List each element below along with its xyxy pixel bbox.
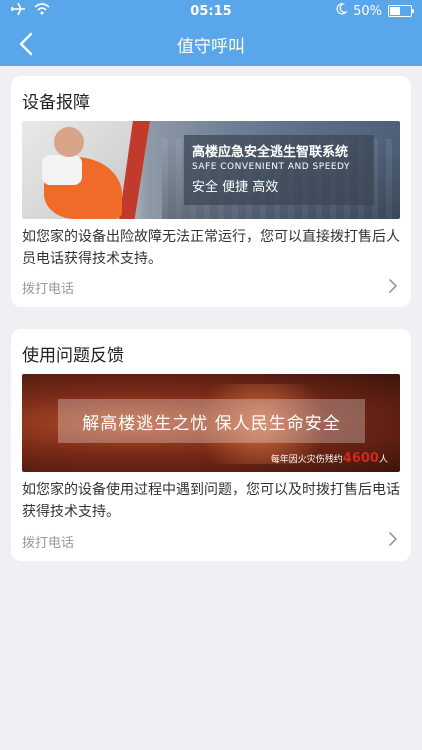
call-phone-button[interactable]: 拨打电话 bbox=[22, 532, 400, 551]
page-title: 值守呼叫 bbox=[177, 36, 245, 57]
card-usage-feedback: 使用问题反馈 解高楼逃生之忧 保人民生命安全 每年因火灾伤残约4600人 如您家… bbox=[11, 329, 411, 561]
banner-stat-number: 4600 bbox=[342, 451, 379, 467]
back-arrow-icon[interactable] bbox=[14, 30, 42, 58]
banner-caption-box: 高楼应急安全逃生智联系统 SAFE CONVENIENT AND SPEEDY … bbox=[184, 135, 374, 205]
moon-icon bbox=[335, 3, 348, 19]
card-title: 使用问题反馈 bbox=[22, 346, 124, 367]
banner-headline: 解高楼逃生之忧 保人民生命安全 bbox=[58, 399, 365, 444]
banner-stat-suffix: 人 bbox=[378, 455, 388, 466]
banner-image-safety-system: 高楼应急安全逃生智联系统 SAFE CONVENIENT AND SPEEDY … bbox=[22, 121, 400, 219]
banner-subline: SAFE CONVENIENT AND SPEEDY bbox=[192, 162, 350, 172]
banner-stat-prefix: 每年因火灾伤残约 bbox=[270, 455, 343, 466]
status-right: 50% bbox=[335, 3, 414, 19]
chevron-right-icon bbox=[386, 279, 400, 297]
call-phone-label: 拨打电话 bbox=[22, 535, 75, 551]
banner-tagline: 安全 便捷 高效 bbox=[192, 180, 279, 195]
status-bar: 05:15 50% bbox=[0, 0, 422, 22]
banner-headline: 高楼应急安全逃生智联系统 bbox=[192, 145, 349, 160]
banner-stat: 每年因火灾伤残约4600人 bbox=[271, 451, 388, 466]
chevron-right-icon bbox=[386, 532, 400, 550]
battery-percent: 50% bbox=[353, 3, 382, 19]
card-title: 设备报障 bbox=[22, 93, 90, 113]
card-device-fault: 设备报障 高楼应急安全逃生智联系统 SAFE CONVENIENT AND SP… bbox=[11, 76, 411, 308]
call-phone-button[interactable]: 拨打电话 bbox=[22, 278, 400, 297]
nav-bar: 值守呼叫 bbox=[0, 22, 422, 66]
banner-person-graphic bbox=[22, 121, 150, 219]
card-description: 如您家的设备使用过程中遇到问题，您可以及时拨打售后电话获得技术支持。 bbox=[22, 482, 400, 521]
battery-icon bbox=[388, 5, 414, 17]
call-phone-label: 拨打电话 bbox=[22, 282, 75, 298]
banner-image-fire-safety: 解高楼逃生之忧 保人民生命安全 每年因火灾伤残约4600人 bbox=[22, 374, 400, 473]
card-description: 如您家的设备出险故障无法正常运行，您可以直接拨打售后人员电话获得技术支持。 bbox=[22, 229, 400, 267]
